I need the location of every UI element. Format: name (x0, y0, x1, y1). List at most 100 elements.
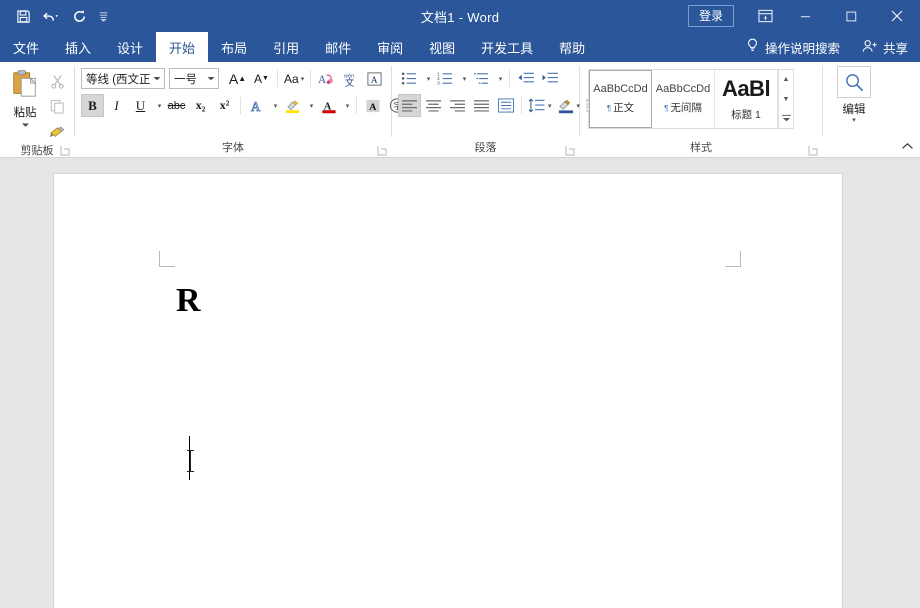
character-shading-button[interactable]: A (361, 94, 384, 117)
svg-text:A: A (318, 74, 327, 86)
group-styles: AaBbCcDd ¶正文 AaBbCcDd ¶无间隔 AaBl 标题 1 ▲ ▼ (580, 62, 822, 158)
format-painter-button[interactable] (45, 120, 69, 143)
text-effects-button[interactable]: A (245, 94, 268, 117)
underline-dropdown-icon[interactable]: ▾ (153, 94, 164, 117)
style-label: 无间隔 (670, 102, 702, 114)
customize-quick-access-icon[interactable] (94, 4, 112, 28)
font-size-value: 一号 (174, 71, 204, 87)
scroll-up-icon[interactable]: ▲ (779, 70, 793, 89)
share-button[interactable]: 共享 (862, 38, 920, 57)
collapse-ribbon-button[interactable] (900, 139, 914, 153)
save-icon[interactable] (10, 4, 36, 28)
align-left-button[interactable] (398, 94, 421, 117)
justify-button[interactable] (470, 94, 493, 117)
editing-caret-icon[interactable]: ▾ (852, 117, 856, 124)
document-canvas[interactable]: R (0, 158, 920, 608)
numbering-dropdown-icon[interactable]: ▾ (458, 67, 469, 90)
divider (521, 97, 522, 114)
divider (509, 70, 510, 87)
tab-help[interactable]: 帮助 (546, 32, 598, 62)
document-page[interactable]: R (53, 173, 843, 608)
tab-file[interactable]: 文件 (0, 32, 52, 62)
tab-design[interactable]: 设计 (104, 32, 156, 62)
strikethrough-button[interactable]: abc (165, 94, 188, 117)
multilevel-dropdown-icon[interactable]: ▾ (494, 67, 505, 90)
styles-more-icon[interactable] (779, 109, 793, 128)
bold-button[interactable]: B (81, 94, 104, 117)
undo-icon[interactable] (38, 4, 64, 28)
style-item-heading-1[interactable]: AaBl 标题 1 (715, 70, 778, 128)
underline-button[interactable]: U (129, 94, 152, 117)
paste-label: 粘贴 (14, 104, 37, 120)
clipboard-dialog-launcher[interactable] (60, 145, 71, 156)
superscript-button[interactable]: x² (213, 94, 236, 117)
decrease-indent-button[interactable] (514, 67, 537, 90)
align-right-button[interactable] (446, 94, 469, 117)
ribbon-display-options-icon[interactable] (748, 0, 782, 32)
minimize-icon[interactable] (782, 0, 828, 32)
redo-icon[interactable] (66, 4, 92, 28)
font-size-combo[interactable]: 一号 (169, 68, 219, 89)
paragraph-row-1: ▾ 123 ▾ ▾ (398, 67, 561, 90)
tab-view[interactable]: 视图 (416, 32, 468, 62)
tab-layout[interactable]: 布局 (208, 32, 260, 62)
chevron-down-icon[interactable] (204, 76, 217, 81)
font-dialog-launcher[interactable] (377, 145, 388, 156)
phonetic-guide-button[interactable]: wén文 (339, 67, 362, 90)
increase-indent-button[interactable] (538, 67, 561, 90)
shrink-font-button[interactable]: A▼ (250, 67, 273, 90)
font-name-combo[interactable]: 等线 (西文正) (81, 68, 165, 89)
align-center-button[interactable] (422, 94, 445, 117)
line-spacing-button[interactable]: ▾ (526, 94, 554, 117)
paragraph-dialog-launcher[interactable] (565, 145, 576, 156)
distribute-button[interactable] (494, 94, 517, 117)
sign-in-button[interactable]: 登录 (688, 5, 734, 27)
paste-caret-icon[interactable] (21, 119, 30, 131)
multilevel-list-button[interactable] (470, 67, 493, 90)
tab-insert[interactable]: 插入 (52, 32, 104, 62)
tab-developer[interactable]: 开发工具 (468, 32, 546, 62)
text-highlight-color-button[interactable] (281, 94, 304, 117)
styles-dialog-launcher[interactable] (808, 145, 819, 156)
numbering-button[interactable]: 123 (434, 67, 457, 90)
i-beam-cursor (185, 448, 196, 474)
subscript-button[interactable]: x₂ (189, 94, 212, 117)
maximize-icon[interactable] (828, 0, 874, 32)
italic-button[interactable]: I (105, 94, 128, 117)
cut-button[interactable] (45, 70, 69, 93)
text-effects-dropdown-icon[interactable]: ▾ (269, 94, 280, 117)
close-icon[interactable] (874, 0, 920, 32)
bullets-dropdown-icon[interactable]: ▾ (422, 67, 433, 90)
group-clipboard: 粘贴 剪贴板 (0, 62, 74, 158)
shading-button[interactable]: ▾ (555, 94, 583, 117)
group-label-font: 字体 (75, 140, 391, 158)
chevron-down-icon[interactable] (150, 76, 163, 81)
grow-font-button[interactable]: A▲ (226, 67, 249, 90)
style-item-no-spacing[interactable]: AaBbCcDd ¶无间隔 (652, 70, 715, 128)
paste-button[interactable]: 粘贴 (5, 66, 45, 131)
character-border-button[interactable]: A (363, 67, 386, 90)
highlight-dropdown-icon[interactable]: ▾ (305, 94, 316, 117)
style-name: 标题 1 (731, 107, 761, 122)
change-case-button[interactable]: Aa▾ (282, 67, 306, 90)
bullets-button[interactable] (398, 67, 421, 90)
superscript-label: x² (220, 98, 230, 113)
font-color-button[interactable]: A (317, 94, 340, 117)
font-color-dropdown-icon[interactable]: ▾ (341, 94, 352, 117)
clear-formatting-button[interactable]: A (315, 67, 338, 90)
tab-home[interactable]: 开始 (156, 32, 208, 62)
tab-review[interactable]: 审阅 (364, 32, 416, 62)
word-window: 文档1 - Word 登录 文件 插入 设计 开始 布局 引用 邮件 审阅 视图… (0, 0, 920, 608)
tab-references[interactable]: 引用 (260, 32, 312, 62)
font-row-1: 等线 (西文正) 一号 A▲ A (81, 67, 386, 90)
bold-label: B (88, 98, 97, 114)
copy-button[interactable] (45, 95, 69, 118)
magnifier-icon[interactable] (837, 66, 871, 98)
styles-gallery-scrollbar[interactable]: ▲ ▼ (778, 70, 793, 128)
scroll-down-icon[interactable]: ▼ (779, 90, 793, 109)
tell-me-search[interactable]: 操作说明搜索 (746, 38, 862, 57)
font-name-value: 等线 (西文正) (86, 71, 150, 87)
tab-mailings[interactable]: 邮件 (312, 32, 364, 62)
style-item-normal[interactable]: AaBbCcDd ¶正文 (589, 70, 652, 128)
underline-label: U (136, 98, 145, 114)
